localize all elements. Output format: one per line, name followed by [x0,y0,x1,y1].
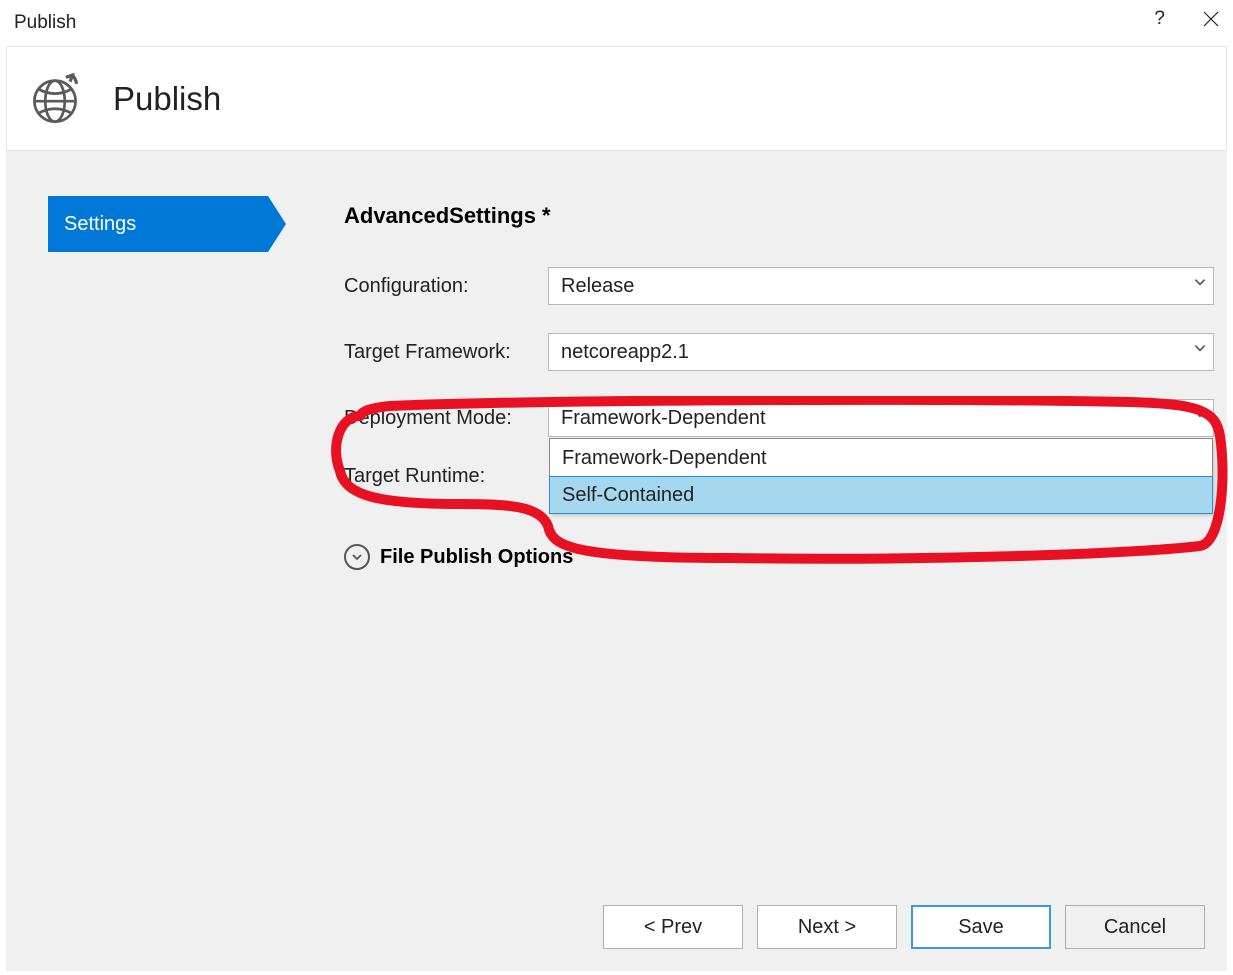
button-bar: < Prev Next > Save Cancel [603,905,1205,949]
window-title: Publish [14,12,76,34]
page-title: Publish [113,80,221,118]
dialog-body: Settings AdvancedSettings * Configuratio… [6,151,1227,971]
window-titlebar: Publish ? [0,0,1233,46]
section-title: AdvancedSettings * [344,203,1214,229]
combo-deployment-mode[interactable]: Framework-Dependent Framework-Dependent … [548,399,1214,437]
expander-file-publish-options[interactable]: File Publish Options [344,544,1214,570]
globe-publish-icon [29,73,81,125]
chevron-down-icon [1193,272,1207,286]
nav-tab-label: Settings [64,213,136,236]
chevron-down-circle-icon [344,544,370,570]
chevron-down-icon [1193,404,1207,418]
dropdown-item-framework-dependent[interactable]: Framework-Dependent [550,439,1212,477]
settings-content: AdvancedSettings * Configuration: Releas… [344,203,1214,570]
row-configuration: Configuration: Release [344,267,1214,305]
label-configuration: Configuration: [344,275,548,298]
help-icon[interactable]: ? [1154,8,1165,30]
prev-button[interactable]: < Prev [603,905,743,949]
dropdown-deployment-mode: Framework-Dependent Self-Contained [549,438,1213,514]
combo-configuration[interactable]: Release [548,267,1214,305]
close-icon[interactable] [1203,11,1219,27]
label-target-framework: Target Framework: [344,341,548,364]
row-deployment-mode: Deployment Mode: Framework-Dependent Fra… [344,399,1214,437]
label-target-runtime: Target Runtime: [344,465,548,488]
row-target-framework: Target Framework: netcoreapp2.1 [344,333,1214,371]
nav-tab-settings[interactable]: Settings [48,196,268,252]
combo-target-framework[interactable]: netcoreapp2.1 [548,333,1214,371]
expander-label: File Publish Options [380,546,573,569]
combo-deployment-mode-value: Framework-Dependent [561,407,766,430]
combo-configuration-value: Release [561,275,634,298]
chevron-down-icon [1193,338,1207,352]
combo-target-framework-value: netcoreapp2.1 [561,341,689,364]
cancel-button[interactable]: Cancel [1065,905,1205,949]
next-button[interactable]: Next > [757,905,897,949]
save-button[interactable]: Save [911,905,1051,949]
dropdown-item-self-contained[interactable]: Self-Contained [549,476,1213,514]
header-banner: Publish [6,46,1227,151]
label-deployment-mode: Deployment Mode: [344,407,548,430]
